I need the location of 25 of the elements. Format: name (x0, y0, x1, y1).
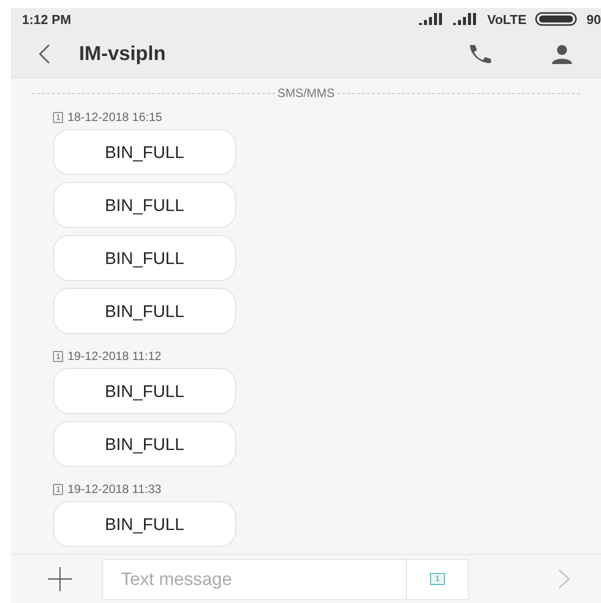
message-bubble: BIN_FULL (53, 421, 236, 468)
message-timestamp: 18-12-2018 16:15 (67, 109, 162, 126)
message-bubble: BIN_FULL (53, 501, 236, 548)
battery-percent: 90 (586, 10, 601, 29)
add-icon[interactable] (48, 567, 72, 592)
message-bubble: BIN_FULL (53, 288, 236, 334)
message-bubble: BIN_FULL (53, 235, 236, 282)
person-icon[interactable] (551, 44, 573, 64)
phone-icon[interactable] (467, 43, 493, 66)
sim-badge: 1 (53, 350, 64, 362)
message-timestamp: 19-12-2018 11:33 (67, 481, 162, 498)
sim-badge: 1 (53, 112, 64, 123)
battery-icon (534, 12, 579, 26)
status-time: 1:12 PM (22, 10, 72, 29)
sim-select-button[interactable]: 1 (406, 560, 468, 599)
message-bubble: BIN_FULL (53, 368, 236, 414)
divider-label: SMS/MMS (276, 85, 336, 102)
network-label: VoLTE (487, 10, 527, 29)
back-icon[interactable] (37, 43, 51, 66)
sim-badge: 1 (53, 484, 64, 495)
message-timestamp: 19-12-2018 11:12 (67, 348, 162, 366)
contact-title: IM-vsipln (79, 42, 166, 68)
message-bubble: BIN_FULL (53, 129, 236, 176)
message-input-field[interactable]: Text message 1 (102, 558, 469, 600)
message-bubble: BIN_FULL (53, 182, 236, 228)
